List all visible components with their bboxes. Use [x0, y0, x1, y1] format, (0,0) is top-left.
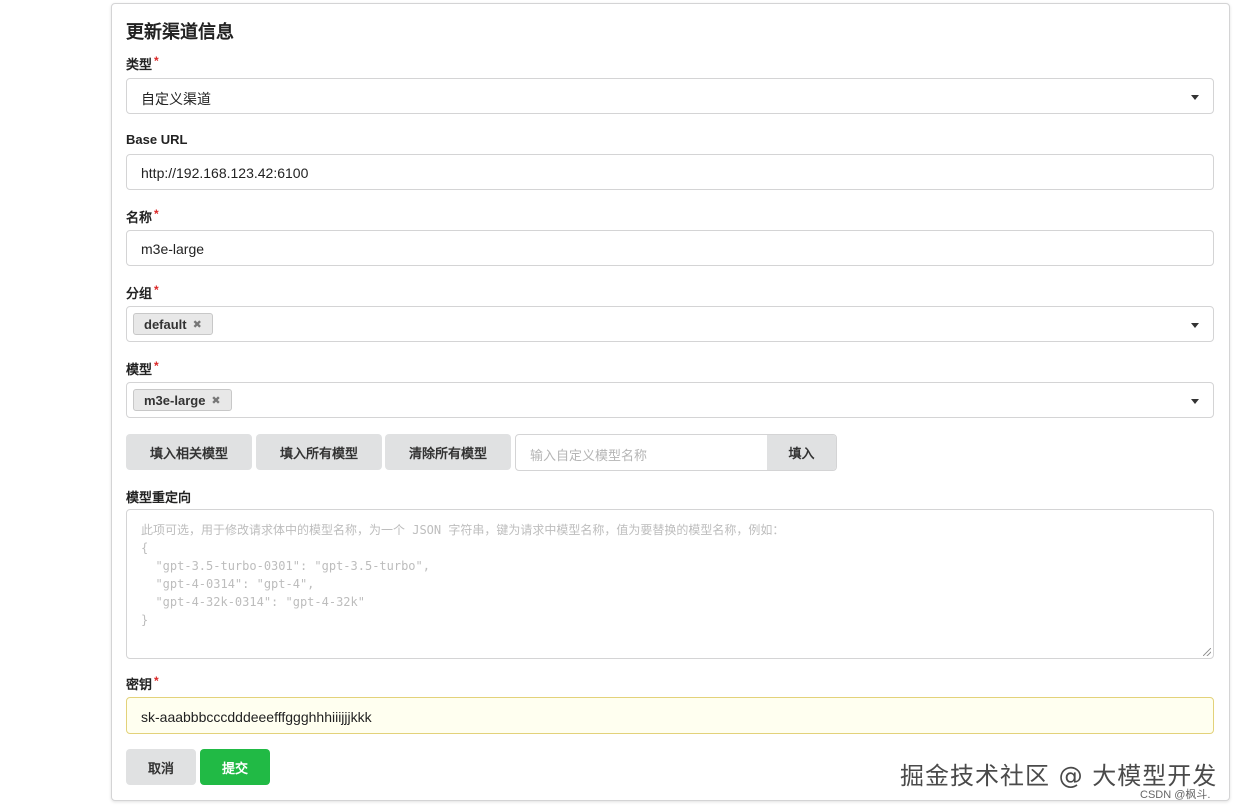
required-mark: *: [154, 207, 159, 221]
group-chip: default ✖: [133, 313, 213, 335]
model-redirect-textarea[interactable]: 此项可选，用于修改请求体中的模型名称，为一个 JSON 字符串，键为请求中模型名…: [126, 509, 1214, 659]
group-chip-label: default: [144, 316, 187, 332]
required-mark: *: [154, 674, 159, 688]
name-value: m3e-large: [141, 241, 205, 257]
close-icon[interactable]: ✖: [211, 394, 220, 407]
models-label-text: 模型: [126, 362, 153, 377]
custom-model-input[interactable]: 输入自定义模型名称: [530, 445, 647, 464]
redirect-label: 模型重定向: [126, 487, 191, 506]
form-title: 更新渠道信息: [126, 22, 234, 42]
group-label: 分组 *: [126, 283, 159, 302]
close-icon[interactable]: ✖: [193, 318, 202, 331]
submit-button[interactable]: 提交: [200, 749, 270, 785]
secret-label-text: 密钥: [126, 677, 153, 692]
caret-down-icon: [1191, 95, 1199, 100]
base-url-value: http://192.168.123.42:6100: [141, 165, 309, 181]
model-chip-label: m3e-large: [144, 392, 206, 408]
required-mark: *: [154, 283, 159, 297]
required-mark: *: [154, 359, 159, 373]
base-url-input[interactable]: http://192.168.123.42:6100: [126, 154, 1214, 190]
models-select[interactable]: m3e-large ✖: [126, 382, 1214, 418]
name-label: 名称 *: [126, 207, 159, 226]
cancel-button[interactable]: 取消: [126, 749, 196, 785]
group-label-text: 分组: [126, 286, 153, 301]
models-label: 模型 *: [126, 359, 159, 378]
base-url-label: Base URL: [126, 132, 187, 147]
redirect-label-text: 模型重定向: [126, 490, 192, 505]
name-label-text: 名称: [126, 210, 153, 225]
type-label: 类型 *: [126, 54, 159, 73]
custom-model-input-group: 输入自定义模型名称 填入: [515, 434, 837, 471]
secret-input[interactable]: sk-aaabbbcccdddeeefffggghhhiiijjjkkk: [126, 697, 1214, 734]
type-select-value: 自定义渠道: [141, 91, 211, 107]
channel-form-card: 更新渠道信息 类型 * 自定义渠道 Base URL http://192.168…: [111, 3, 1230, 801]
fill-all-models-button[interactable]: 填入所有模型: [256, 434, 382, 470]
fill-related-models-button[interactable]: 填入相关模型: [126, 434, 252, 470]
secret-label: 密钥 *: [126, 674, 159, 693]
fill-custom-model-button[interactable]: 填入: [767, 435, 836, 470]
resize-handle-icon[interactable]: [1203, 648, 1211, 656]
caret-down-icon: [1191, 399, 1199, 404]
base-url-label-text: Base URL: [126, 132, 188, 147]
model-redirect-placeholder: 此项可选，用于修改请求体中的模型名称，为一个 JSON 字符串，键为请求中模型名…: [141, 523, 785, 627]
caret-down-icon: [1191, 323, 1199, 328]
type-label-text: 类型: [126, 57, 153, 72]
watermark-subtext: CSDN @枫斗.: [1140, 789, 1211, 801]
secret-value: sk-aaabbbcccdddeeefffggghhhiiijjjkkk: [141, 709, 372, 725]
type-select[interactable]: 自定义渠道: [126, 78, 1214, 114]
model-chip: m3e-large ✖: [133, 389, 232, 411]
group-select[interactable]: default ✖: [126, 306, 1214, 342]
clear-all-models-button[interactable]: 清除所有模型: [385, 434, 511, 470]
required-mark: *: [154, 54, 159, 68]
name-input[interactable]: m3e-large: [126, 230, 1214, 266]
